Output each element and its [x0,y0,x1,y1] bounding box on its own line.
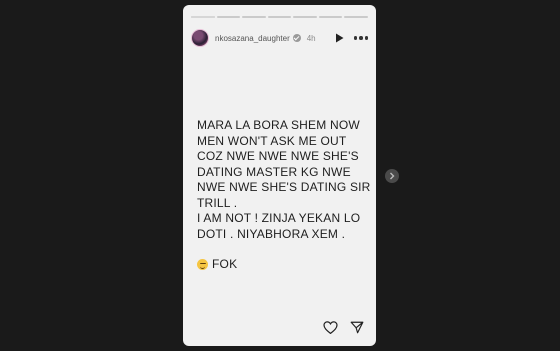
caption-line: NWE NWE SHE'S DATING SIR [197,180,371,194]
caption-line: MEN WON'T ASK ME OUT [197,133,347,148]
caption-line: TRILL . [197,195,238,210]
avatar[interactable] [191,29,209,47]
story-footer [323,321,364,334]
caption-line: DOTI . NIYABHORA XEM . [197,226,346,241]
play-icon[interactable] [335,33,344,43]
caption-line: I AM NOT ! ZINJA YEKAN LO [197,211,361,225]
progress-segment [293,16,317,18]
caption-line: COZ NWE NWE NWE SHE'S [197,149,359,163]
chevron-right-icon [389,167,395,185]
emoji-line: FOK [197,257,369,273]
progress-segment [191,16,215,18]
send-icon[interactable] [350,321,364,334]
next-story-button[interactable] [385,169,399,183]
progress-segment [318,16,343,18]
story-header: nkosazana_daughter 4h [191,26,368,50]
caption-line: MARA LA BORA SHEM NOW [197,118,360,132]
progress-segment [344,16,369,18]
verified-badge-icon [292,34,301,42]
more-options-icon[interactable] [353,36,368,40]
story-card[interactable]: nkosazana_daughter 4h MARA LA BORA SHEM … [183,5,376,346]
progress-segment [216,16,241,18]
story-caption: MARA LA BORA SHEM NOW MEN WON'T ASK ME O… [197,118,371,273]
story-progress-bar [191,16,369,18]
smirk-face-icon [197,259,208,271]
progress-segment [267,16,292,18]
caption-line: DATING MASTER KG NWE [197,164,351,179]
heart-icon[interactable] [323,321,338,334]
progress-segment [242,16,266,18]
post-time: 4h [306,33,316,43]
username-link[interactable]: nkosazana_daughter [215,34,290,43]
emoji-line-text: FOK [212,257,238,271]
